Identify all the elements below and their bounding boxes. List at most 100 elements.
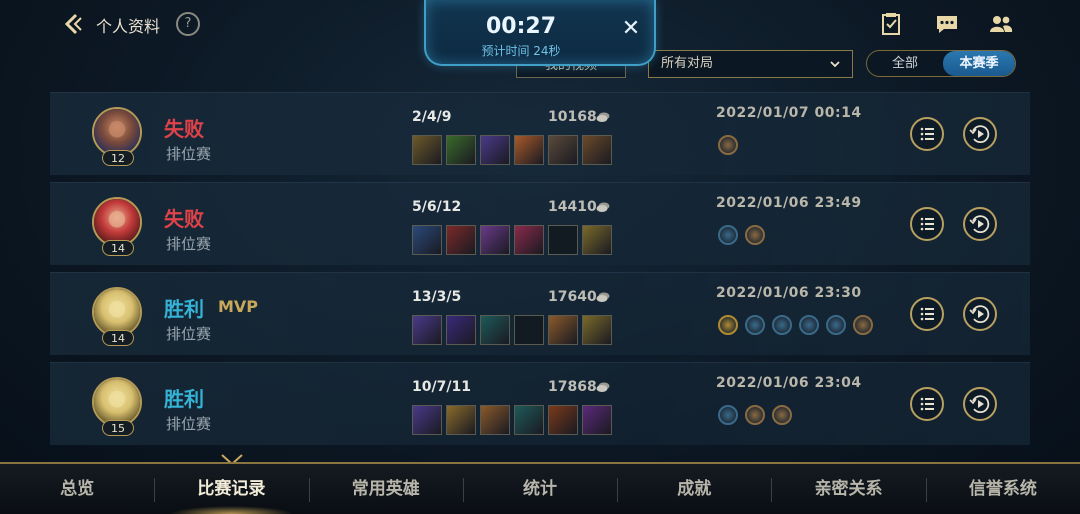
matchmaking-timer: 00:27 预计时间 24秒 ✕ bbox=[424, 0, 656, 66]
item-slot[interactable] bbox=[548, 405, 578, 435]
fist-icon[interactable] bbox=[853, 315, 873, 335]
item-slot[interactable] bbox=[412, 315, 442, 345]
list-icon bbox=[920, 307, 934, 321]
kda: 2/4/9 bbox=[412, 109, 452, 125]
item-slot[interactable] bbox=[480, 405, 510, 435]
chevron-down-icon bbox=[830, 61, 840, 68]
match-datetime: 2022/01/06 23:49 bbox=[716, 195, 862, 211]
replay-button[interactable] bbox=[963, 297, 997, 331]
champion-level: 14 bbox=[102, 330, 134, 346]
replay-button[interactable] bbox=[963, 387, 997, 421]
item-slot[interactable] bbox=[412, 135, 442, 165]
match-detail-button[interactable] bbox=[910, 117, 944, 151]
timer-estimate: 预计时间 24秒 bbox=[481, 44, 561, 58]
item-slot[interactable] bbox=[412, 225, 442, 255]
item-slot[interactable] bbox=[480, 135, 510, 165]
match-detail-button[interactable] bbox=[910, 387, 944, 421]
sword-icon[interactable] bbox=[826, 315, 846, 335]
tab-divider bbox=[925, 478, 927, 502]
task-icon[interactable] bbox=[878, 12, 904, 36]
match-list: 12 失败 排位赛 2/4/9 10168 2022/01/07 00:14 1… bbox=[50, 92, 1030, 452]
gold-coin-icon bbox=[596, 202, 610, 212]
item-slot[interactable] bbox=[446, 405, 476, 435]
game-mode: 排位赛 bbox=[166, 145, 212, 163]
match-row[interactable]: 14 胜利 MVP 排位赛 13/3/5 17640 2022/01/06 23… bbox=[50, 272, 1030, 355]
item-slot[interactable] bbox=[548, 225, 578, 255]
nav-tab[interactable]: 常用英雄 bbox=[309, 464, 463, 514]
s-icon[interactable] bbox=[718, 315, 738, 335]
item-slot[interactable] bbox=[514, 315, 544, 345]
item-slot[interactable] bbox=[446, 135, 476, 165]
item-build bbox=[412, 225, 616, 255]
tab-divider bbox=[771, 478, 773, 502]
skull-icon[interactable] bbox=[718, 135, 738, 155]
gold-coin-icon bbox=[596, 292, 610, 302]
match-datetime: 2022/01/06 23:04 bbox=[716, 375, 862, 391]
item-slot[interactable] bbox=[582, 405, 612, 435]
champion-level: 14 bbox=[102, 240, 134, 256]
assist-icon[interactable] bbox=[718, 225, 738, 245]
tab-divider bbox=[617, 478, 619, 502]
item-slot[interactable] bbox=[480, 315, 510, 345]
match-detail-button[interactable] bbox=[910, 207, 944, 241]
gold-coin-icon bbox=[596, 112, 610, 122]
nav-tab[interactable]: 比赛记录 bbox=[154, 464, 308, 514]
toggle-all[interactable]: 全部 bbox=[867, 51, 943, 76]
triple-icon[interactable] bbox=[718, 405, 738, 425]
item-build bbox=[412, 315, 616, 345]
game-mode: 排位赛 bbox=[166, 235, 212, 253]
match-row[interactable]: 14 失败 排位赛 5/6/12 14410 2022/01/06 23:49 bbox=[50, 182, 1030, 265]
back-arrow-icon[interactable] bbox=[62, 12, 86, 36]
game-mode: 排位赛 bbox=[166, 415, 212, 433]
item-slot[interactable] bbox=[514, 135, 544, 165]
item-slot[interactable] bbox=[582, 135, 612, 165]
toggle-season[interactable]: 本赛季 bbox=[943, 51, 1015, 76]
match-filter-dropdown[interactable]: 所有对局 bbox=[648, 50, 853, 78]
shield-icon[interactable] bbox=[799, 315, 819, 335]
nav-tab[interactable]: 亲密关系 bbox=[771, 464, 925, 514]
match-result: 胜利 bbox=[164, 387, 204, 411]
kda: 5/6/12 bbox=[412, 199, 462, 215]
nav-tab[interactable]: 信誉系统 bbox=[926, 464, 1080, 514]
match-filter-value: 所有对局 bbox=[661, 56, 714, 71]
gold-amount: 17640 bbox=[548, 289, 597, 305]
fist-icon[interactable] bbox=[772, 405, 792, 425]
gold-amount: 14410 bbox=[548, 199, 597, 215]
item-slot[interactable] bbox=[480, 225, 510, 255]
mvp-badge: MVP bbox=[218, 297, 259, 316]
skull-icon[interactable] bbox=[745, 225, 765, 245]
replay-icon bbox=[969, 215, 990, 234]
item-build bbox=[412, 405, 616, 435]
item-slot[interactable] bbox=[548, 135, 578, 165]
item-slot[interactable] bbox=[446, 315, 476, 345]
item-slot[interactable] bbox=[582, 225, 612, 255]
item-slot[interactable] bbox=[514, 225, 544, 255]
match-detail-button[interactable] bbox=[910, 297, 944, 331]
chat-icon[interactable] bbox=[934, 12, 960, 36]
gold-amount: 17868 bbox=[548, 379, 597, 395]
match-result: 失败 bbox=[164, 117, 204, 141]
list-icon bbox=[920, 127, 934, 141]
help-button[interactable]: ? bbox=[176, 12, 200, 36]
skull-icon[interactable] bbox=[745, 405, 765, 425]
timer-time: 00:27 bbox=[485, 14, 557, 39]
tower-icon[interactable] bbox=[772, 315, 792, 335]
help-icon: ? bbox=[184, 16, 192, 31]
nav-tab[interactable]: 统计 bbox=[463, 464, 617, 514]
item-slot[interactable] bbox=[548, 315, 578, 345]
triple-icon[interactable] bbox=[745, 315, 765, 335]
nav-tab[interactable]: 总览 bbox=[0, 464, 154, 514]
item-slot[interactable] bbox=[412, 405, 442, 435]
friends-icon[interactable] bbox=[988, 12, 1014, 36]
item-slot[interactable] bbox=[514, 405, 544, 435]
season-toggle[interactable]: 全部 本赛季 bbox=[866, 50, 1016, 77]
close-icon[interactable]: ✕ bbox=[620, 18, 642, 40]
nav-tab[interactable]: 成就 bbox=[617, 464, 771, 514]
match-row[interactable]: 12 失败 排位赛 2/4/9 10168 2022/01/07 00:14 bbox=[50, 92, 1030, 175]
replay-button[interactable] bbox=[963, 207, 997, 241]
bottom-nav: 总览 比赛记录 常用英雄 统计 成就 亲密关系 信誉系统 bbox=[0, 462, 1080, 514]
replay-button[interactable] bbox=[963, 117, 997, 151]
item-slot[interactable] bbox=[582, 315, 612, 345]
match-row[interactable]: 15 胜利 排位赛 10/7/11 17868 2022/01/06 23:04 bbox=[50, 362, 1030, 445]
item-slot[interactable] bbox=[446, 225, 476, 255]
